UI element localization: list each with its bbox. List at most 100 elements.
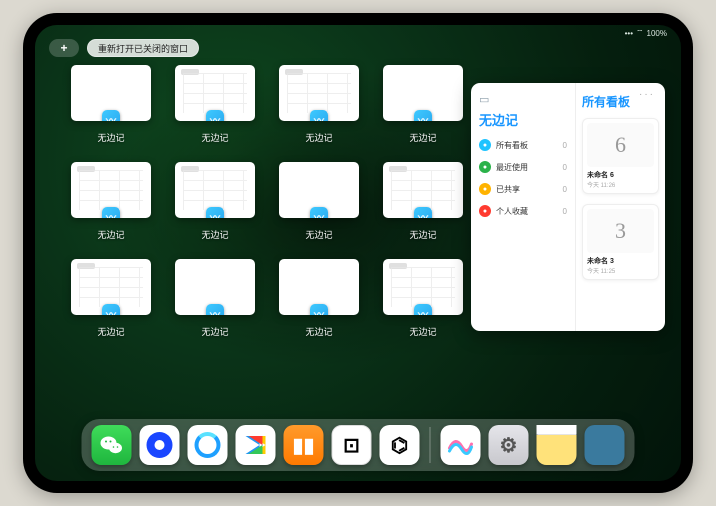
window-thumbnail: 〰 bbox=[279, 65, 359, 121]
freeform-app-icon: 〰 bbox=[310, 304, 328, 315]
board-card[interactable]: 6 未命名 6今天 11:26 bbox=[582, 118, 659, 194]
window-thumbnail: 〰 bbox=[175, 259, 255, 315]
window-card[interactable]: 〰无边记 bbox=[175, 65, 255, 144]
filter-name: 个人收藏 bbox=[496, 206, 558, 217]
board-name: 未命名 3 bbox=[587, 256, 654, 266]
window-card[interactable]: 〰无边记 bbox=[383, 162, 463, 241]
window-label: 无边记 bbox=[383, 131, 463, 144]
wifi-icon: ⌔ bbox=[636, 28, 644, 38]
board-name: 未命名 6 bbox=[587, 170, 654, 180]
board-timestamp: 今天 11:26 bbox=[587, 180, 654, 189]
window-label: 无边记 bbox=[279, 131, 359, 144]
window-thumbnail: 〰 bbox=[71, 65, 151, 121]
window-card[interactable]: 〰无边记 bbox=[71, 162, 151, 241]
filter-icon: ● bbox=[479, 161, 491, 173]
window-label: 无边记 bbox=[175, 228, 255, 241]
window-card[interactable]: 〰无边记 bbox=[383, 259, 463, 338]
filter-row[interactable]: ●已共享0 bbox=[479, 183, 567, 195]
filter-name: 已共享 bbox=[496, 184, 558, 195]
dock-separator bbox=[430, 427, 431, 463]
dock-app-ludo[interactable]: ⊡ bbox=[332, 425, 372, 465]
window-thumbnail: 〰 bbox=[175, 162, 255, 218]
window-thumbnail: 〰 bbox=[383, 65, 463, 121]
freeform-app-icon: 〰 bbox=[102, 304, 120, 315]
dock-app-play[interactable] bbox=[236, 425, 276, 465]
dock-app-graph[interactable]: ⌬ bbox=[380, 425, 420, 465]
board-card[interactable]: 3 未命名 3今天 11:25 bbox=[582, 204, 659, 280]
window-label: 无边记 bbox=[279, 325, 359, 338]
panel-menu-button[interactable]: ··· bbox=[639, 89, 655, 100]
window-card[interactable]: 〰无边记 bbox=[71, 259, 151, 338]
signal-icon: ••• bbox=[625, 29, 633, 38]
freeform-app-icon: 〰 bbox=[414, 304, 432, 315]
board-preview: 6 bbox=[587, 123, 654, 167]
window-label: 无边记 bbox=[279, 228, 359, 241]
window-card[interactable]: 〰无边记 bbox=[383, 65, 463, 144]
window-card[interactable]: 〰无边记 bbox=[175, 259, 255, 338]
window-thumbnail: 〰 bbox=[175, 65, 255, 121]
dock: ▮▮⊡⌬ ⚙ bbox=[82, 419, 635, 471]
dock-app-notes[interactable] bbox=[537, 425, 577, 465]
filter-count: 0 bbox=[563, 163, 567, 172]
window-card[interactable]: 〰无边记 bbox=[279, 162, 359, 241]
dock-app-books[interactable]: ▮▮ bbox=[284, 425, 324, 465]
freeform-app-icon: 〰 bbox=[206, 304, 224, 315]
filter-icon: ● bbox=[479, 139, 491, 151]
panel-sidebar: ▭ 无边记 ●所有看板0●最近使用0●已共享0●个人收藏0 bbox=[471, 83, 576, 331]
freeform-app-icon: 〰 bbox=[310, 207, 328, 218]
dock-app-browser[interactable] bbox=[188, 425, 228, 465]
filter-name: 最近使用 bbox=[496, 162, 558, 173]
window-card[interactable]: 〰无边记 bbox=[279, 65, 359, 144]
new-window-button[interactable]: + bbox=[49, 39, 79, 57]
freeform-app-icon: 〰 bbox=[102, 110, 120, 121]
window-label: 无边记 bbox=[71, 228, 151, 241]
window-card[interactable]: 〰无边记 bbox=[71, 65, 151, 144]
window-thumbnail: 〰 bbox=[383, 162, 463, 218]
window-card[interactable]: 〰无边记 bbox=[175, 162, 255, 241]
filter-count: 0 bbox=[563, 185, 567, 194]
filter-list: ●所有看板0●最近使用0●已共享0●个人收藏0 bbox=[479, 139, 567, 217]
filter-row[interactable]: ● 个人收藏 0 bbox=[479, 205, 567, 217]
filter-icon: ● bbox=[479, 205, 491, 217]
window-label: 无边记 bbox=[71, 131, 151, 144]
reopen-closed-window-button[interactable]: 重新打开已关闭的窗口 bbox=[87, 39, 199, 57]
sidebar-toggle-icon[interactable]: ▭ bbox=[479, 93, 567, 106]
top-controls: + 重新打开已关闭的窗口 bbox=[49, 39, 199, 57]
dock-app-folder[interactable] bbox=[585, 425, 625, 465]
window-label: 无边记 bbox=[71, 325, 151, 338]
dock-app-freeform[interactable] bbox=[441, 425, 481, 465]
battery-text: 100% bbox=[647, 29, 667, 38]
freeform-app-icon: 〰 bbox=[102, 207, 120, 218]
dock-app-wechat[interactable] bbox=[92, 425, 132, 465]
freeform-app-icon: 〰 bbox=[414, 207, 432, 218]
filter-row[interactable]: ● 最近使用 0 bbox=[479, 161, 567, 173]
panel-content: 所有看板 6未命名 6今天 11:263未命名 3今天 11:25 bbox=[576, 83, 665, 331]
filter-row[interactable]: ●所有看板0 bbox=[479, 139, 567, 151]
dock-app-white[interactable] bbox=[140, 425, 180, 465]
ipad-frame: ••• ⌔ 100% + 重新打开已关闭的窗口 〰无边记〰无边记〰无边记〰无边记… bbox=[23, 13, 693, 493]
freeform-app-icon: 〰 bbox=[310, 110, 328, 121]
window-label: 无边记 bbox=[175, 325, 255, 338]
window-thumbnail: 〰 bbox=[71, 259, 151, 315]
status-bar: ••• ⌔ 100% bbox=[625, 28, 667, 38]
freeform-app-icon: 〰 bbox=[206, 207, 224, 218]
filter-count: 0 bbox=[563, 207, 567, 216]
freeform-panel[interactable]: ··· ▭ 无边记 ●所有看板0●最近使用0●已共享0●个人收藏0 所有看板 6… bbox=[471, 83, 665, 331]
window-label: 无边记 bbox=[383, 228, 463, 241]
plus-icon: + bbox=[60, 41, 67, 55]
window-card[interactable]: 〰无边记 bbox=[279, 259, 359, 338]
window-grid: 〰无边记〰无边记〰无边记〰无边记〰无边记〰无边记〰无边记〰无边记〰无边记〰无边记… bbox=[65, 65, 481, 338]
freeform-app-icon: 〰 bbox=[414, 110, 432, 121]
freeform-app-icon: 〰 bbox=[206, 110, 224, 121]
filter-name: 所有看板 bbox=[496, 140, 558, 151]
board-preview: 3 bbox=[587, 209, 654, 253]
screen: ••• ⌔ 100% + 重新打开已关闭的窗口 〰无边记〰无边记〰无边记〰无边记… bbox=[35, 25, 681, 481]
dock-app-settings[interactable]: ⚙ bbox=[489, 425, 529, 465]
panel-app-title: 无边记 bbox=[479, 110, 567, 129]
board-timestamp: 今天 11:25 bbox=[587, 266, 654, 275]
window-thumbnail: 〰 bbox=[71, 162, 151, 218]
window-thumbnail: 〰 bbox=[279, 162, 359, 218]
app-switcher-area: 〰无边记〰无边记〰无边记〰无边记〰无边记〰无边记〰无边记〰无边记〰无边记〰无边记… bbox=[65, 65, 481, 415]
window-label: 无边记 bbox=[175, 131, 255, 144]
window-thumbnail: 〰 bbox=[279, 259, 359, 315]
